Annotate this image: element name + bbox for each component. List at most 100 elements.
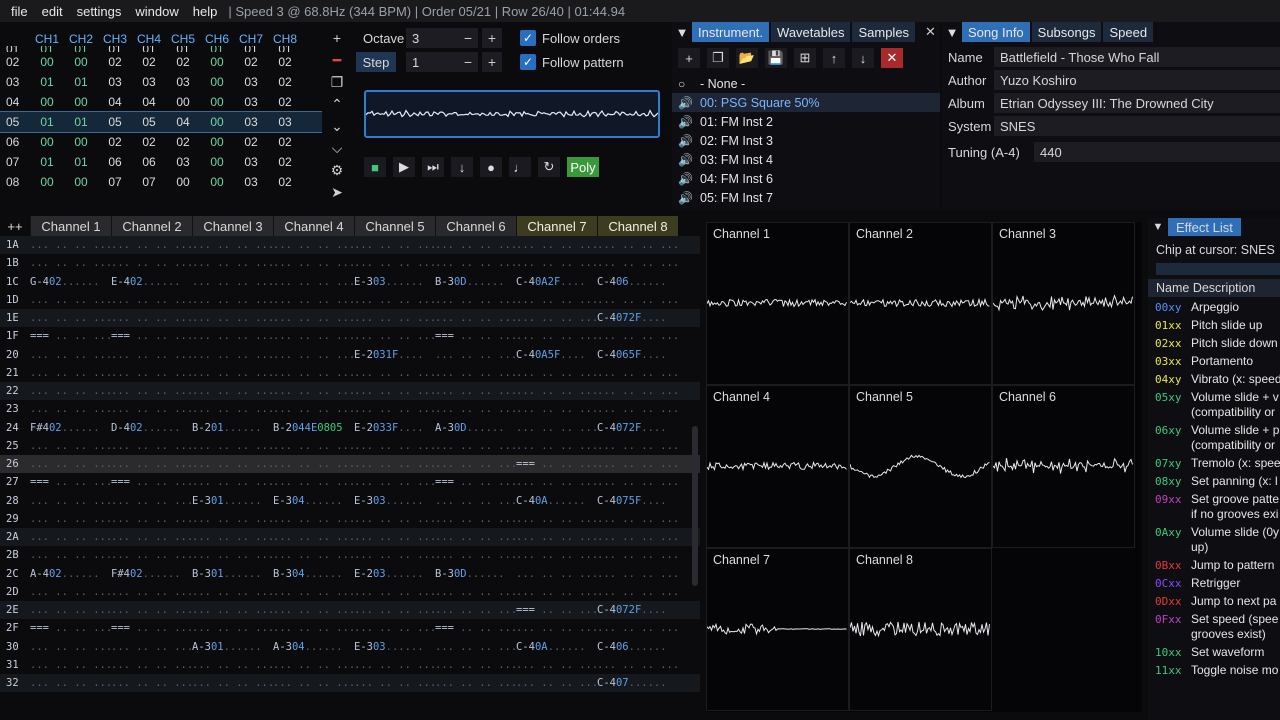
order-cell[interactable]: 02 [268,135,302,149]
pattern-cell[interactable]: ... .. .. .... [435,458,516,470]
effect-item[interactable]: 0Cxx Retrigger [1148,576,1280,591]
order-cell[interactable]: 03 [234,175,268,189]
order-cell[interactable]: 02 [268,75,302,89]
order-cell[interactable]: 03 [166,155,200,169]
order-cell[interactable]: 01 [234,46,268,52]
effect-item[interactable]: 11xx Toggle noise mo [1148,663,1280,678]
pattern-cell[interactable]: ... .. .. .... [273,458,354,470]
menu-file[interactable]: file [4,4,35,19]
pattern-cell[interactable]: ... .. .. .... [354,476,435,488]
order-cell[interactable]: 00 [64,55,98,69]
effect-item[interactable]: 05xy Volume slide + v (compatibility or [1148,390,1280,420]
tab-samples[interactable]: Samples [852,22,915,42]
pattern-row[interactable]: 2D... .. .. ....... .. .. ....... .. .. … [0,583,700,601]
cursor-icon[interactable]: ➤ [326,182,348,202]
pattern-row[interactable]: 2F=== .. .. ....====== .. .. ....===... … [0,619,700,637]
octave-minus-button[interactable]: − [458,28,478,48]
pattern-cell[interactable]: ... .. .. .... [273,257,354,269]
delete-instrument-icon[interactable]: ✕ [881,48,903,68]
pattern-row[interactable]: 21... .. .. ....... .. .. ....... .. .. … [0,364,700,382]
pattern-cell[interactable]: ... .. .. .... [597,257,678,269]
channel-header-6[interactable]: Channel 6 [435,216,516,236]
pattern-cell[interactable]: ... .. .. .... [516,659,597,671]
order-row[interactable]: 010101010101010101 [0,46,322,52]
repeat-icon[interactable]: ↻ [538,157,560,177]
pattern-cell[interactable]: ... .. .. .... [192,549,273,561]
pattern-cell[interactable]: ... .. .. .... [435,513,516,525]
pattern-cell[interactable]: ... .. .. .... [516,312,597,324]
menu-window[interactable]: window [128,4,185,19]
pattern-cell[interactable]: ... .. .. .... [435,312,516,324]
pattern-cell[interactable]: ... .. .. .... [354,677,435,689]
move-down-icon[interactable]: ⌄ [326,116,348,136]
pattern-cell[interactable]: ... .. .. .... [30,677,111,689]
order-cell[interactable]: 01 [30,75,64,89]
pattern-cell[interactable]: ... .. .. .... [30,349,111,361]
order-cell[interactable]: 01 [98,46,132,52]
pattern-cell[interactable]: ... .. .. .... [516,239,597,251]
pattern-cell[interactable]: E-303......E-303 [354,495,435,507]
pattern-cell[interactable]: ... .. .. .... [192,276,273,288]
pattern-cell[interactable]: C-407......C-407 [597,677,678,689]
pattern-cell[interactable]: ... .. .. .... [597,239,678,251]
order-cell[interactable]: 00 [200,135,234,149]
metronome-icon[interactable]: ♩ [509,157,531,177]
pattern-cell[interactable]: ... .. .. .... [435,239,516,251]
order-cell[interactable]: 01 [268,46,302,52]
pattern-cell[interactable]: ... .. .. .... [192,622,273,634]
order-cell[interactable]: 02 [132,135,166,149]
order-cell[interactable]: 03 [132,75,166,89]
pattern-cell[interactable]: ... .. .. .... [111,403,192,415]
pattern-cell[interactable]: ... .. .. .... [192,513,273,525]
pattern-cell[interactable]: ... .. .. .... [111,586,192,598]
pattern-corner-icon[interactable]: ++ [0,219,30,234]
order-row[interactable]: 07 01 01 06 06 03 00 03 02 [0,152,322,172]
pattern-cell[interactable]: ... .. .. .... [273,330,354,342]
order-cell[interactable]: 03 [268,115,302,129]
pattern-row[interactable]: 1E... .. .. ....... .. .. ....... .. .. … [0,309,700,327]
pattern-cell[interactable]: C-4072F....C-4072F [597,312,678,324]
pattern-cell[interactable]: E-304......E-304 [273,495,354,507]
add-instrument-icon[interactable]: + [678,48,700,68]
pattern-cell[interactable]: ... .. .. .... [597,476,678,488]
order-cell[interactable]: 02 [234,135,268,149]
pattern-cell[interactable]: ... .. .. .... [30,385,111,397]
pattern-cell[interactable]: A-301......A-301 [192,641,273,653]
pattern-row[interactable]: 1D... .. .. ....... .. .. ....... .. .. … [0,291,700,309]
pattern-cell[interactable]: ... .. .. .... [192,659,273,671]
settings-icon[interactable]: ⚙ [326,160,348,180]
play-icon[interactable]: ▶ [393,157,415,177]
order-cell[interactable]: 00 [30,135,64,149]
pattern-cell[interactable]: ... .. .. .... [435,403,516,415]
effect-item[interactable]: 0Fxx Set speed (spee grooves exist) [1148,612,1280,642]
pattern-cell[interactable]: ... .. .. .... [354,403,435,415]
order-cell[interactable]: 03 [234,155,268,169]
album-field[interactable]: Etrian Odyssey III: The Drowned City [994,93,1280,113]
pattern-cell[interactable]: === .. .. ....=== [111,476,192,488]
pattern-cell[interactable]: ... .. .. .... [273,276,354,288]
order-cell[interactable]: 02 [166,135,200,149]
order-cell[interactable]: 00 [166,95,200,109]
pattern-row[interactable]: 23... .. .. ....... .. .. ....... .. .. … [0,400,700,418]
pattern-cell[interactable]: ... .. .. .... [111,604,192,616]
pattern-cell[interactable]: ... .. .. .... [30,312,111,324]
pattern-cell[interactable]: ... .. .. .... [435,604,516,616]
expand-icon[interactable]: ⌵ [326,138,348,158]
pattern-cell[interactable]: G-402......G-402 [30,276,111,288]
pattern-cell[interactable]: ... .. .. .... [111,659,192,671]
pattern-cell[interactable]: ... .. .. .... [111,458,192,470]
pattern-cell[interactable]: ... .. .. .... [597,385,678,397]
pattern-cell[interactable]: ... .. .. .... [516,586,597,598]
pattern-row[interactable]: 1A... .. .. ....... .. .. ....... .. .. … [0,236,700,254]
pattern-cell[interactable]: ... .. .. .... [597,586,678,598]
pattern-cell[interactable]: ... .. .. .... [354,659,435,671]
pattern-row[interactable]: 32... .. .. ....... .. .. ....... .. .. … [0,674,700,692]
pattern-cell[interactable]: ... .. .. .... [273,294,354,306]
pattern-cell[interactable]: ... .. .. .... [111,385,192,397]
order-cell[interactable]: 01 [64,75,98,89]
pattern-cell[interactable]: === .. .. ....=== [435,476,516,488]
order-cell[interactable]: 03 [234,75,268,89]
pattern-cell[interactable]: ... .. .. .... [111,349,192,361]
pattern-cell[interactable]: ... .. .. .... [354,239,435,251]
instrument-item[interactable]: 🔊 05: FM Inst 7 [672,188,940,207]
